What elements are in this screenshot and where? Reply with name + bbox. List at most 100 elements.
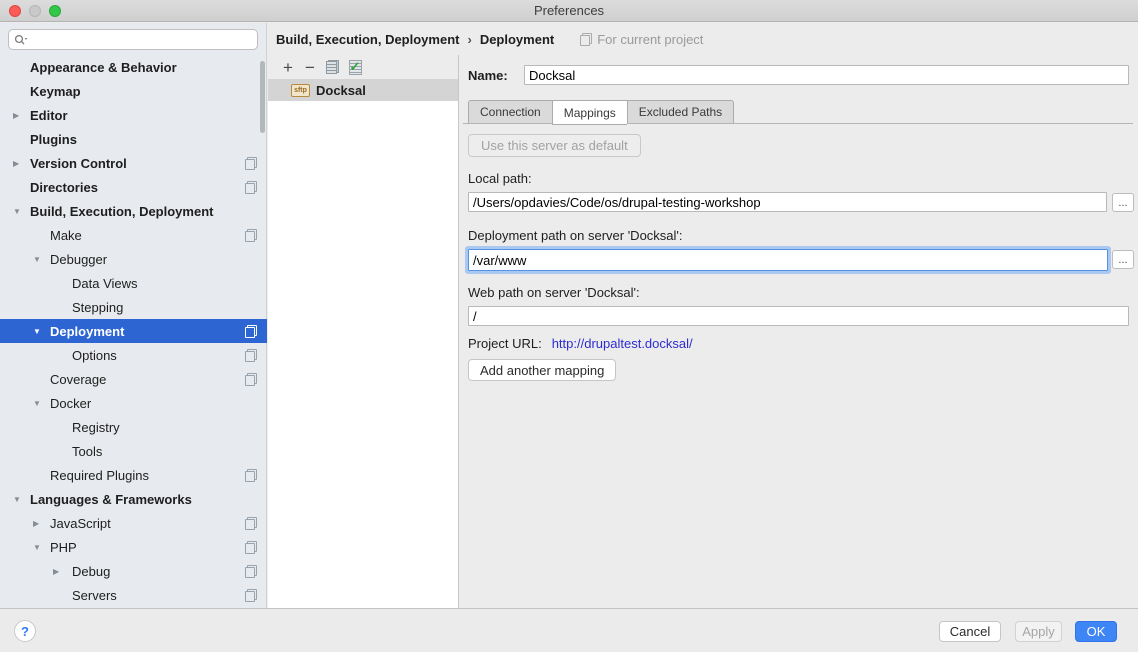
chevron-right-icon[interactable]: ▶ (33, 519, 39, 528)
breadcrumb: Build, Execution, Deployment › Deploymen… (268, 23, 1138, 55)
web-path-input[interactable] (468, 306, 1129, 326)
sidebar-item-docker[interactable]: ▼ Docker (0, 391, 267, 415)
sidebar-item-debug[interactable]: ▶ Debug (0, 559, 267, 583)
shared-settings-icon (245, 349, 257, 362)
sidebar-item-label: Servers (72, 588, 117, 603)
sidebar-item-javascript[interactable]: ▶ JavaScript (0, 511, 267, 535)
sidebar-item-deployment[interactable]: ▼Deployment (0, 319, 267, 343)
sidebar-item-label: Debug (72, 564, 110, 579)
sidebar-item-debugger[interactable]: ▼ Debugger (0, 247, 267, 271)
chevron-down-icon[interactable]: ▼ (33, 255, 41, 264)
sidebar-item-options[interactable]: Options (0, 343, 267, 367)
footer-buttons: Cancel Apply OK (939, 621, 1117, 642)
footer-bar: ? Cancel Apply OK (0, 608, 1138, 652)
sidebar-item-label: Make (50, 228, 82, 243)
sidebar-item-label: Editor (30, 108, 68, 123)
deployment-path-input[interactable] (468, 249, 1108, 271)
ok-button[interactable]: OK (1075, 621, 1117, 642)
copy-server-button[interactable] (321, 57, 343, 77)
sidebar-item-build-execution-deployment[interactable]: ▼Build, Execution, Deployment (0, 199, 267, 223)
title-bar: Preferences (0, 0, 1138, 22)
copy-icon (326, 60, 339, 74)
deployment-settings-panel: Name: ConnectionMappingsExcluded Paths U… (458, 55, 1138, 608)
sidebar-item-label: Plugins (30, 132, 77, 147)
add-mapping-button[interactable]: Add another mapping (468, 359, 616, 381)
sidebar-item-label: Appearance & Behavior (30, 60, 177, 75)
remove-server-button[interactable]: − (299, 57, 321, 77)
preferences-window: Preferences Appearance & BehaviorKeymap▶… (0, 0, 1138, 652)
local-path-label: Local path: (468, 171, 532, 186)
sidebar-item-version-control[interactable]: ▶ Version Control (0, 151, 267, 175)
name-label: Name: (468, 68, 508, 83)
sidebar-item-label: JavaScript (50, 516, 111, 531)
chevron-down-icon[interactable]: ▼ (13, 495, 21, 504)
project-url-row: Project URL: http://drupaltest.docksal/ (468, 336, 693, 351)
deployment-path-browse-button[interactable]: ... (1112, 250, 1134, 269)
sidebar-item-label: Directories (30, 180, 98, 195)
shared-settings-icon (580, 33, 592, 46)
server-list-panel: + − sftp Docksal (268, 55, 458, 608)
project-url-link[interactable]: http://drupaltest.docksal/ (552, 336, 693, 351)
sidebar-item-label: Stepping (72, 300, 123, 315)
server-list-toolbar: + − (268, 55, 458, 79)
sidebar-item-plugins[interactable]: Plugins (0, 127, 267, 151)
sidebar-item-stepping[interactable]: Stepping (0, 295, 267, 319)
sidebar-item-appearance-behavior[interactable]: Appearance & Behavior (0, 55, 267, 79)
green-check-icon (348, 60, 361, 74)
sidebar-item-label: Version Control (30, 156, 127, 171)
question-mark-icon: ? (21, 624, 29, 639)
chevron-down-icon[interactable]: ▼ (13, 207, 21, 216)
cancel-button[interactable]: Cancel (939, 621, 1001, 642)
chevron-down-icon[interactable]: ▼ (33, 399, 41, 408)
sidebar-item-coverage[interactable]: Coverage (0, 367, 267, 391)
sidebar-item-data-views[interactable]: Data Views (0, 271, 267, 295)
shared-settings-icon (245, 229, 257, 242)
server-list-item[interactable]: sftp Docksal (268, 79, 458, 101)
sidebar-item-make[interactable]: Make (0, 223, 267, 247)
chevron-down-icon[interactable]: ▼ (33, 327, 41, 336)
sidebar-item-label: Docker (50, 396, 91, 411)
sidebar-scrollbar[interactable] (260, 61, 265, 133)
tab-excluded-paths[interactable]: Excluded Paths (627, 100, 734, 124)
breadcrumb-section[interactable]: Build, Execution, Deployment (276, 32, 459, 47)
search-field[interactable] (8, 29, 258, 50)
use-server-as-default-button[interactable]: Use this server as default (468, 134, 641, 157)
shared-settings-icon (245, 517, 257, 530)
local-path-browse-button[interactable]: ... (1112, 193, 1134, 212)
sidebar-item-directories[interactable]: Directories (0, 175, 267, 199)
sidebar-item-label: Languages & Frameworks (30, 492, 192, 507)
tab-mappings[interactable]: Mappings (552, 100, 627, 125)
sidebar-item-servers[interactable]: Servers (0, 583, 267, 607)
name-input[interactable] (524, 65, 1129, 85)
settings-tree: Appearance & Behavior Keymap ▶ Editor Plugin… (0, 55, 267, 607)
shared-settings-icon (245, 181, 257, 194)
tab-bar: ConnectionMappingsExcluded Paths (468, 100, 734, 124)
sidebar-item-label: PHP (50, 540, 77, 555)
sidebar-item-tools[interactable]: Tools (0, 439, 267, 463)
minus-icon: − (305, 59, 315, 76)
scope-indicator: For current project (580, 32, 703, 47)
search-input[interactable] (30, 33, 252, 47)
sidebar-item-keymap[interactable]: Keymap (0, 79, 267, 103)
sidebar-item-languages-frameworks[interactable]: ▼ Languages & Frameworks (0, 487, 267, 511)
use-as-default-button[interactable] (343, 57, 365, 77)
shared-settings-icon (245, 157, 257, 170)
local-path-input[interactable] (468, 192, 1107, 212)
chevron-down-icon[interactable]: ▼ (33, 543, 41, 552)
sidebar-item-label: Coverage (50, 372, 106, 387)
help-button[interactable]: ? (14, 620, 36, 642)
add-server-button[interactable]: + (277, 57, 299, 77)
chevron-right-icon[interactable]: ▶ (13, 159, 19, 168)
tab-connection[interactable]: Connection (468, 100, 552, 124)
plus-icon: + (283, 59, 293, 76)
chevron-right-icon[interactable]: ▶ (13, 111, 19, 120)
chevron-right-icon[interactable]: ▶ (53, 567, 59, 576)
breadcrumb-page: Deployment (480, 32, 554, 47)
sidebar-item-required-plugins[interactable]: Required Plugins (0, 463, 267, 487)
web-path-label: Web path on server 'Docksal': (468, 285, 640, 300)
sidebar-item-label: Debugger (50, 252, 107, 267)
apply-button[interactable]: Apply (1015, 621, 1062, 642)
sidebar-item-php[interactable]: ▼ PHP (0, 535, 267, 559)
sidebar-item-editor[interactable]: ▶ Editor (0, 103, 267, 127)
sidebar-item-registry[interactable]: Registry (0, 415, 267, 439)
